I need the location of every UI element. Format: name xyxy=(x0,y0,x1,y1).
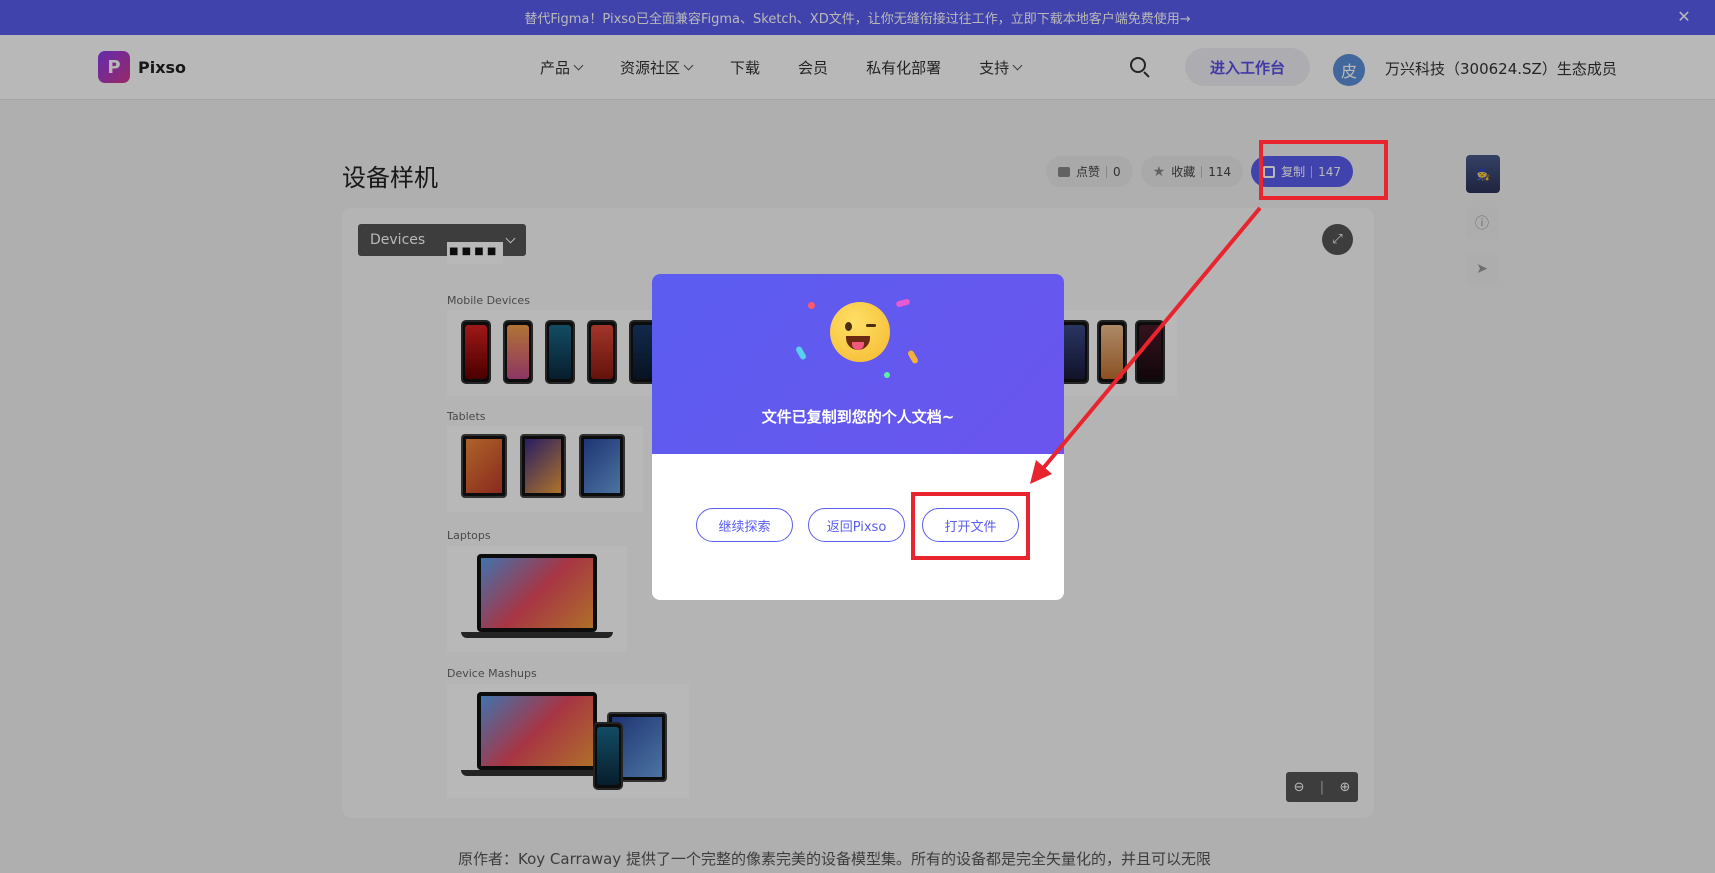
annotation-arrow xyxy=(1030,206,1262,484)
